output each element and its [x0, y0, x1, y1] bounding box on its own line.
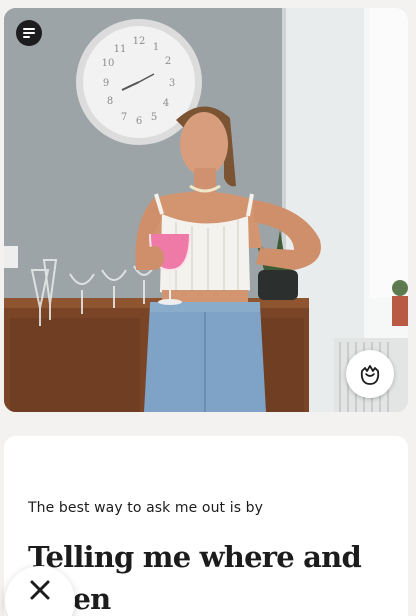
close-x-icon: [30, 580, 50, 600]
prompt-question: The best way to ask me out is by: [28, 500, 264, 516]
svg-text:5: 5: [151, 112, 157, 123]
svg-text:2: 2: [165, 56, 171, 67]
svg-text:7: 7: [121, 112, 127, 123]
prompt-answer: Telling me where and when: [28, 540, 362, 616]
svg-text:9: 9: [103, 78, 109, 89]
svg-text:12: 12: [133, 36, 146, 47]
profile-screen: 12 1 2 3 4 5 6 7 8 9 10 11 The best way …: [0, 0, 416, 616]
svg-text:1: 1: [153, 42, 159, 53]
rose-like-icon: [360, 365, 380, 385]
svg-text:11: 11: [114, 44, 127, 55]
profile-photo-card[interactable]: 12 1 2 3 4 5 6 7 8 9 10 11: [4, 8, 408, 412]
menu-button[interactable]: [16, 20, 42, 46]
like-rose-button[interactable]: [346, 350, 394, 398]
menu-lines-icon: [23, 28, 35, 38]
svg-text:10: 10: [102, 58, 115, 69]
svg-text:8: 8: [107, 96, 113, 107]
profile-photo: 12 1 2 3 4 5 6 7 8 9 10 11: [4, 8, 408, 412]
svg-text:3: 3: [169, 78, 175, 89]
svg-text:6: 6: [136, 116, 142, 127]
svg-text:4: 4: [163, 98, 169, 109]
